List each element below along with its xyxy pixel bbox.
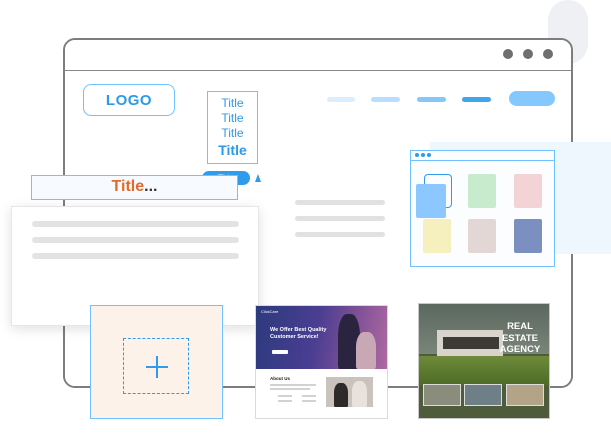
estate-headline-line: AGENCY: [499, 344, 541, 355]
template-section-title: About Us: [270, 376, 290, 381]
gallery-tile[interactable]: [423, 219, 451, 253]
text-placeholder-line: [32, 253, 239, 259]
title-variant[interactable]: Title: [208, 111, 257, 126]
gallery-tile[interactable]: [468, 174, 496, 208]
estate-headline-line: REAL: [507, 321, 533, 332]
team-photo: [326, 377, 373, 407]
estate-thumbnail[interactable]: [464, 384, 502, 406]
window-dot-icon[interactable]: [543, 49, 553, 59]
title-input-text: Title: [111, 178, 145, 195]
text-placeholder-line: [270, 384, 316, 386]
text-placeholder-line: [302, 400, 316, 402]
window-dot-icon[interactable]: [523, 49, 533, 59]
gallery-tile[interactable]: [514, 219, 542, 253]
estate-thumbnail[interactable]: [423, 384, 461, 406]
nav-item[interactable]: [371, 97, 400, 102]
widget-dot-icon: [427, 153, 431, 157]
text-placeholder-line: [295, 216, 385, 221]
template-card-real-estate[interactable]: REAL ESTATE AGENCY: [418, 303, 550, 419]
text-placeholder-line: [270, 388, 310, 390]
add-block-card[interactable]: [90, 305, 223, 419]
nav-item[interactable]: [462, 97, 491, 102]
estate-headline-line: ESTATE: [501, 332, 539, 344]
template-headline: We Offer Best Quality Customer Service!: [270, 327, 327, 340]
widget-dot-icon: [421, 153, 425, 157]
title-style-picker[interactable]: Title Title Title Title: [207, 91, 258, 164]
estate-thumbnail[interactable]: [506, 384, 544, 406]
text-placeholder-line: [32, 237, 239, 243]
dragged-tile[interactable]: [416, 184, 446, 218]
gallery-tile[interactable]: [514, 174, 542, 208]
house-image: [443, 337, 499, 349]
title-variant[interactable]: Title: [208, 96, 257, 111]
estate-headline: REAL ESTATE AGENCY: [495, 321, 545, 356]
plus-icon: [156, 356, 158, 378]
person-image: [334, 383, 348, 407]
text-placeholder-line: [302, 395, 316, 397]
add-dropzone[interactable]: [123, 338, 189, 394]
cursor-icon: [255, 174, 261, 182]
template-hero: ClickCare We Offer Best Quality Customer…: [256, 306, 387, 369]
logo-label: LOGO: [105, 91, 153, 109]
person-image: [352, 381, 367, 407]
nav-cta-button[interactable]: [509, 91, 555, 106]
template-card-customer-service[interactable]: ClickCare We Offer Best Quality Customer…: [255, 305, 388, 419]
logo-button[interactable]: LOGO: [83, 84, 175, 116]
title-variant[interactable]: Title: [208, 126, 257, 141]
lawn-image: [419, 356, 549, 386]
nav-item[interactable]: [327, 97, 355, 102]
title-input[interactable]: Title...: [31, 175, 238, 200]
text-placeholder-line: [32, 221, 239, 227]
nav-item[interactable]: [417, 97, 446, 102]
gallery-tile[interactable]: [468, 219, 496, 253]
window-dot-icon[interactable]: [503, 49, 513, 59]
text-placeholder-line: [278, 395, 292, 397]
text-placeholder-line: [295, 200, 385, 205]
text-placeholder-line: [278, 400, 292, 402]
text-placeholder-line: [295, 232, 385, 237]
template-brand: ClickCare: [261, 309, 279, 314]
widget-dot-icon: [415, 153, 419, 157]
person-image: [356, 332, 376, 369]
widget-titlebar: [411, 151, 554, 161]
title-variant[interactable]: Title: [208, 141, 257, 159]
title-input-ellipsis: ...: [144, 178, 158, 195]
template-cta: [272, 350, 288, 354]
browser-titlebar: [65, 40, 571, 71]
